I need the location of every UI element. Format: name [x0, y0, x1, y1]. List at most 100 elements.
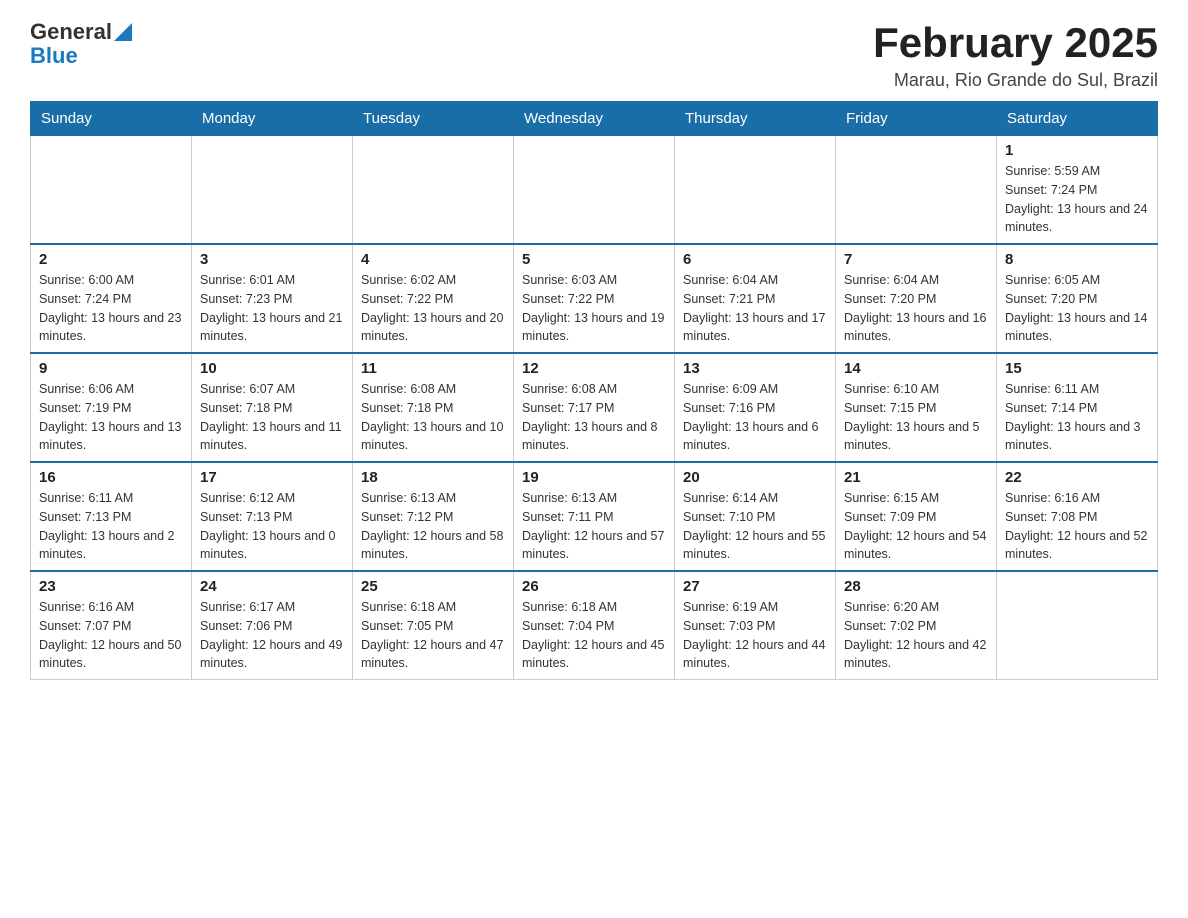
day-info-line: Daylight: 12 hours and 45 minutes.: [522, 636, 666, 674]
calendar-cell: 11Sunrise: 6:08 AMSunset: 7:18 PMDayligh…: [353, 353, 514, 462]
day-info: Sunrise: 6:17 AMSunset: 7:06 PMDaylight:…: [200, 598, 344, 673]
day-number: 2: [39, 251, 183, 268]
day-info-line: Sunset: 7:04 PM: [522, 617, 666, 636]
logo: General Blue: [30, 20, 132, 68]
day-info-line: Sunset: 7:12 PM: [361, 508, 505, 527]
day-info: Sunrise: 6:05 AMSunset: 7:20 PMDaylight:…: [1005, 271, 1149, 346]
day-number: 15: [1005, 360, 1149, 377]
calendar-cell: 7 Sunrise: 6:04 AMSunset: 7:20 PMDaylight…: [836, 244, 997, 353]
day-number: 26: [522, 578, 666, 595]
day-number: 4: [361, 251, 505, 268]
day-info: Sunrise: 6:07 AMSunset: 7:18 PMDaylight:…: [200, 380, 344, 455]
calendar-cell: [836, 136, 997, 245]
calendar-cell: [997, 571, 1158, 680]
day-info-line: Daylight: 12 hours and 50 minutes.: [39, 636, 183, 674]
day-info-line: Daylight: 12 hours and 57 minutes.: [522, 527, 666, 565]
day-of-week-header: Friday: [836, 102, 997, 136]
day-info-line: Sunset: 7:15 PM: [844, 399, 988, 418]
day-info-line: Sunset: 7:20 PM: [1005, 290, 1149, 309]
day-info-line: Daylight: 12 hours and 44 minutes.: [683, 636, 827, 674]
day-number: 5: [522, 251, 666, 268]
day-info-line: Sunset: 7:02 PM: [844, 617, 988, 636]
day-info-line: Sunset: 7:06 PM: [200, 617, 344, 636]
day-info-line: Sunrise: 6:00 AM: [39, 271, 183, 290]
day-info-line: Daylight: 12 hours and 42 minutes.: [844, 636, 988, 674]
day-info-line: Sunrise: 6:01 AM: [200, 271, 344, 290]
calendar-week-row: 9Sunrise: 6:06 AMSunset: 7:19 PMDaylight…: [31, 353, 1158, 462]
day-info-line: Sunrise: 6:11 AM: [1005, 380, 1149, 399]
day-info-line: Daylight: 13 hours and 14 minutes.: [1005, 309, 1149, 347]
day-info: Sunrise: 6:12 AMSunset: 7:13 PMDaylight:…: [200, 489, 344, 564]
day-info-line: Sunset: 7:22 PM: [361, 290, 505, 309]
day-info-line: Daylight: 12 hours and 55 minutes.: [683, 527, 827, 565]
calendar-cell: 1 Sunrise: 5:59 AMSunset: 7:24 PMDaylight…: [997, 136, 1158, 245]
logo-blue: Blue: [30, 43, 78, 68]
day-of-week-header: Wednesday: [514, 102, 675, 136]
day-info: Sunrise: 6:08 AMSunset: 7:18 PMDaylight:…: [361, 380, 505, 455]
day-of-week-header: Sunday: [31, 102, 192, 136]
day-info-line: Daylight: 12 hours and 54 minutes.: [844, 527, 988, 565]
day-info-line: Sunrise: 6:18 AM: [361, 598, 505, 617]
day-info-line: Sunrise: 6:16 AM: [39, 598, 183, 617]
day-info-line: Sunrise: 6:04 AM: [844, 271, 988, 290]
day-info-line: Daylight: 12 hours and 47 minutes.: [361, 636, 505, 674]
day-info: Sunrise: 6:13 AMSunset: 7:12 PMDaylight:…: [361, 489, 505, 564]
calendar-cell: 19Sunrise: 6:13 AMSunset: 7:11 PMDayligh…: [514, 462, 675, 571]
day-info: Sunrise: 6:10 AMSunset: 7:15 PMDaylight:…: [844, 380, 988, 455]
day-info-line: Sunrise: 6:15 AM: [844, 489, 988, 508]
day-info-line: Daylight: 13 hours and 16 minutes.: [844, 309, 988, 347]
day-info: Sunrise: 6:13 AMSunset: 7:11 PMDaylight:…: [522, 489, 666, 564]
day-info: Sunrise: 6:09 AMSunset: 7:16 PMDaylight:…: [683, 380, 827, 455]
logo-general: General: [30, 20, 112, 44]
day-info: Sunrise: 6:04 AMSunset: 7:21 PMDaylight:…: [683, 271, 827, 346]
day-info-line: Sunrise: 6:07 AM: [200, 380, 344, 399]
day-info: Sunrise: 5:59 AMSunset: 7:24 PMDaylight:…: [1005, 162, 1149, 237]
day-info-line: Sunset: 7:22 PM: [522, 290, 666, 309]
day-info: Sunrise: 6:00 AMSunset: 7:24 PMDaylight:…: [39, 271, 183, 346]
day-info-line: Daylight: 13 hours and 2 minutes.: [39, 527, 183, 565]
calendar-cell: [675, 136, 836, 245]
day-info: Sunrise: 6:04 AMSunset: 7:20 PMDaylight:…: [844, 271, 988, 346]
day-info-line: Sunset: 7:24 PM: [39, 290, 183, 309]
page-header: General Blue February 2025 Marau, Rio Gr…: [30, 20, 1158, 91]
day-info-line: Sunrise: 6:08 AM: [361, 380, 505, 399]
calendar-cell: 28Sunrise: 6:20 AMSunset: 7:02 PMDayligh…: [836, 571, 997, 680]
day-number: 3: [200, 251, 344, 268]
calendar-cell: [353, 136, 514, 245]
day-info-line: Sunset: 7:14 PM: [1005, 399, 1149, 418]
day-info-line: Sunrise: 6:09 AM: [683, 380, 827, 399]
day-info-line: Daylight: 12 hours and 58 minutes.: [361, 527, 505, 565]
day-info-line: Sunset: 7:08 PM: [1005, 508, 1149, 527]
calendar-cell: 27Sunrise: 6:19 AMSunset: 7:03 PMDayligh…: [675, 571, 836, 680]
calendar-week-row: 2Sunrise: 6:00 AMSunset: 7:24 PMDaylight…: [31, 244, 1158, 353]
day-info-line: Sunset: 7:18 PM: [361, 399, 505, 418]
day-number: 21: [844, 469, 988, 486]
location: Marau, Rio Grande do Sul, Brazil: [873, 70, 1158, 91]
day-info-line: Sunrise: 6:04 AM: [683, 271, 827, 290]
day-info-line: Sunrise: 6:19 AM: [683, 598, 827, 617]
day-info-line: Daylight: 13 hours and 8 minutes.: [522, 418, 666, 456]
calendar-cell: [31, 136, 192, 245]
calendar-cell: 24Sunrise: 6:17 AMSunset: 7:06 PMDayligh…: [192, 571, 353, 680]
day-number: 7: [844, 251, 988, 268]
day-number: 1: [1005, 142, 1149, 159]
day-info-line: Sunset: 7:19 PM: [39, 399, 183, 418]
day-number: 8: [1005, 251, 1149, 268]
day-info-line: Sunset: 7:13 PM: [39, 508, 183, 527]
day-info-line: Sunset: 7:23 PM: [200, 290, 344, 309]
day-info: Sunrise: 6:18 AMSunset: 7:05 PMDaylight:…: [361, 598, 505, 673]
day-info: Sunrise: 6:20 AMSunset: 7:02 PMDaylight:…: [844, 598, 988, 673]
day-number: 13: [683, 360, 827, 377]
calendar-cell: 26Sunrise: 6:18 AMSunset: 7:04 PMDayligh…: [514, 571, 675, 680]
day-number: 22: [1005, 469, 1149, 486]
day-info: Sunrise: 6:14 AMSunset: 7:10 PMDaylight:…: [683, 489, 827, 564]
day-info-line: Sunset: 7:21 PM: [683, 290, 827, 309]
day-info-line: Sunrise: 6:12 AM: [200, 489, 344, 508]
calendar-cell: 21Sunrise: 6:15 AMSunset: 7:09 PMDayligh…: [836, 462, 997, 571]
day-info-line: Daylight: 13 hours and 6 minutes.: [683, 418, 827, 456]
day-number: 6: [683, 251, 827, 268]
calendar-week-row: 23Sunrise: 6:16 AMSunset: 7:07 PMDayligh…: [31, 571, 1158, 680]
calendar-cell: 22Sunrise: 6:16 AMSunset: 7:08 PMDayligh…: [997, 462, 1158, 571]
day-info-line: Daylight: 13 hours and 23 minutes.: [39, 309, 183, 347]
day-of-week-header: Tuesday: [353, 102, 514, 136]
